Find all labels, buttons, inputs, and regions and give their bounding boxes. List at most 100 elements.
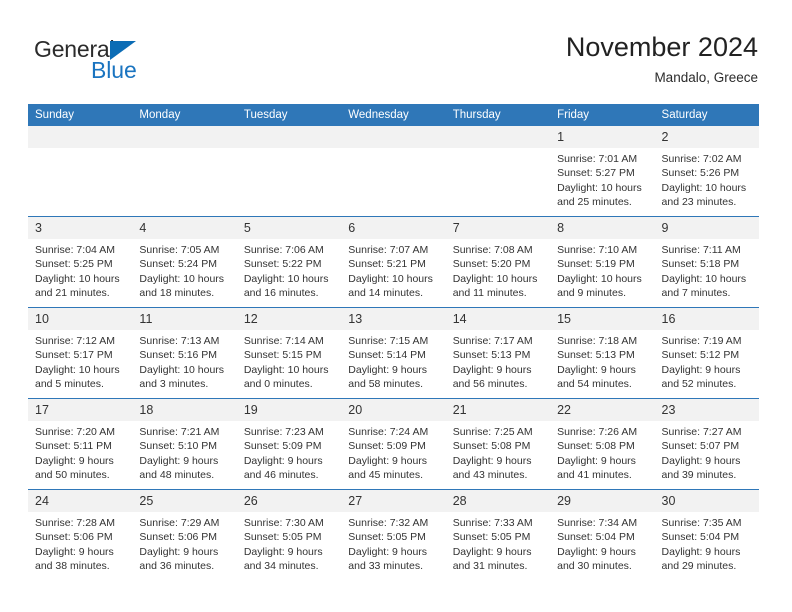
day-number: 24 <box>28 490 133 512</box>
daylight-duration-line2: and 5 minutes. <box>35 378 104 391</box>
daylight-duration-line2: and 30 minutes. <box>557 560 632 573</box>
sunrise-time: Sunrise: 7:21 AM <box>139 426 220 438</box>
daylight-duration-line1: Daylight: 10 hours <box>452 272 538 285</box>
calendar-day-cell[interactable]: 11 Sunrise: 7:13 AM Sunset: 5:16 PM Dayligh… <box>132 307 237 399</box>
sunset-time: Sunset: 5:13 PM <box>452 349 531 362</box>
sunrise-time: Sunrise: 7:34 AM <box>557 517 638 529</box>
daylight-duration-line1: Daylight: 10 hours <box>557 272 642 285</box>
day-number <box>28 126 133 148</box>
calendar-day-cell[interactable]: 19 Sunrise: 7:23 AM Sunset: 5:09 PM Dayligh… <box>236 398 342 490</box>
day-number: 19 <box>236 399 342 421</box>
calendar-day-cell[interactable]: 9 Sunrise: 7:11 AM Sunset: 5:18 PM Daylight… <box>654 216 759 308</box>
calendar-day-cell[interactable]: 7 Sunrise: 7:08 AM Sunset: 5:20 PM Daylight… <box>445 216 551 308</box>
calendar-day-cell[interactable]: 30 Sunrise: 7:35 AM Sunset: 5:04 PM Dayligh… <box>654 489 759 580</box>
daylight-duration-line1: Daylight: 10 hours <box>557 181 642 194</box>
calendar-day-cell[interactable]: 25 Sunrise: 7:29 AM Sunset: 5:06 PM Dayligh… <box>132 489 237 580</box>
sunrise-time: Sunrise: 7:35 AM <box>661 517 742 529</box>
day-details: Sunrise: 7:33 AM Sunset: 5:05 PM Daylight:… <box>446 512 550 574</box>
calendar-day-cell[interactable]: 10 Sunrise: 7:12 AM Sunset: 5:17 PM Dayligh… <box>28 307 133 399</box>
calendar-day-cell[interactable]: 24 Sunrise: 7:28 AM Sunset: 5:06 PM Dayligh… <box>28 489 133 580</box>
sunset-time: Sunset: 5:11 PM <box>35 440 112 453</box>
daylight-duration-line1: Daylight: 9 hours <box>452 545 532 558</box>
calendar-week-row: 24 Sunrise: 7:28 AM Sunset: 5:06 PM Dayligh… <box>28 489 759 580</box>
calendar-day-cell[interactable]: 26 Sunrise: 7:30 AM Sunset: 5:05 PM Dayligh… <box>236 489 342 580</box>
sunset-time: Sunset: 5:10 PM <box>139 440 218 453</box>
sunset-time: Sunset: 5:26 PM <box>661 167 740 180</box>
calendar-day-cell[interactable]: 29 Sunrise: 7:34 AM Sunset: 5:04 PM Dayligh… <box>550 489 655 580</box>
calendar-day-cell[interactable]: 27 Sunrise: 7:32 AM Sunset: 5:05 PM Dayligh… <box>341 489 446 580</box>
calendar-day-cell[interactable]: 3 Sunrise: 7:04 AM Sunset: 5:25 PM Daylight… <box>28 216 133 308</box>
sunset-time: Sunset: 5:17 PM <box>35 349 113 362</box>
day-details: Sunrise: 7:21 AM Sunset: 5:10 PM Daylight:… <box>132 421 236 483</box>
calendar-day-cell[interactable]: 6 Sunrise: 7:07 AM Sunset: 5:21 PM Daylight… <box>341 216 446 308</box>
daylight-duration-line2: and 36 minutes. <box>139 560 215 573</box>
daylight-duration-line2: and 39 minutes. <box>661 469 737 482</box>
day-number: 9 <box>654 217 759 239</box>
sunset-time: Sunset: 5:06 PM <box>35 531 113 544</box>
calendar-grid: Sunday Monday Tuesday Wednesday Thursday… <box>28 104 759 580</box>
day-number: 16 <box>654 308 759 330</box>
sunrise-time: Sunrise: 7:30 AM <box>243 517 324 529</box>
calendar-day-cell[interactable]: 28 Sunrise: 7:33 AM Sunset: 5:05 PM Dayligh… <box>445 489 551 580</box>
calendar-day-cell[interactable]: 2 Sunrise: 7:02 AM Sunset: 5:26 PM Daylight… <box>654 126 759 217</box>
calendar-day-cell[interactable]: 5 Sunrise: 7:06 AM Sunset: 5:22 PM Daylight… <box>236 216 342 308</box>
calendar-week-row: 10 Sunrise: 7:12 AM Sunset: 5:17 PM Dayligh… <box>28 307 759 399</box>
calendar-day-cell-empty <box>28 126 133 217</box>
calendar-table: Sunday Monday Tuesday Wednesday Thursday… <box>28 104 759 580</box>
daylight-duration-line1: Daylight: 9 hours <box>139 454 219 467</box>
sunrise-time: Sunrise: 7:14 AM <box>243 335 324 347</box>
day-details: Sunrise: 7:34 AM Sunset: 5:04 PM Daylight:… <box>550 512 654 574</box>
calendar-day-cell[interactable]: 20 Sunrise: 7:24 AM Sunset: 5:09 PM Dayligh… <box>341 398 446 490</box>
calendar-day-cell[interactable]: 13 Sunrise: 7:15 AM Sunset: 5:14 PM Dayligh… <box>341 307 446 399</box>
weekday-header-row: Sunday Monday Tuesday Wednesday Thursday… <box>28 104 759 126</box>
calendar-day-cell[interactable]: 4 Sunrise: 7:05 AM Sunset: 5:24 PM Daylight… <box>132 216 237 308</box>
day-number: 29 <box>550 490 655 512</box>
calendar-day-cell[interactable]: 18 Sunrise: 7:21 AM Sunset: 5:10 PM Dayligh… <box>132 398 237 490</box>
sunrise-time: Sunrise: 7:07 AM <box>348 244 429 256</box>
calendar-day-cell[interactable]: 16 Sunrise: 7:19 AM Sunset: 5:12 PM Dayligh… <box>654 307 759 399</box>
daylight-duration-line1: Daylight: 9 hours <box>139 545 219 558</box>
sunset-time: Sunset: 5:12 PM <box>661 349 740 362</box>
sunset-time: Sunset: 5:15 PM <box>243 349 322 362</box>
weekday-header-saturday: Saturday <box>654 104 759 126</box>
calendar-day-cell[interactable]: 15 Sunrise: 7:18 AM Sunset: 5:13 PM Dayligh… <box>550 307 655 399</box>
daylight-duration-line1: Daylight: 10 hours <box>139 272 225 285</box>
day-details: Sunrise: 7:13 AM Sunset: 5:16 PM Daylight:… <box>132 330 236 392</box>
daylight-duration-line2: and 31 minutes. <box>452 560 528 573</box>
sunrise-time: Sunrise: 7:12 AM <box>35 335 115 347</box>
daylight-duration-line1: Daylight: 9 hours <box>35 545 114 558</box>
day-number: 1 <box>550 126 655 148</box>
title-block: November 2024 Mandalo, Greece <box>566 30 758 88</box>
calendar-day-cell[interactable]: 12 Sunrise: 7:14 AM Sunset: 5:15 PM Dayligh… <box>236 307 342 399</box>
day-number: 4 <box>132 217 237 239</box>
day-number: 26 <box>236 490 342 512</box>
calendar-day-cell[interactable]: 8 Sunrise: 7:10 AM Sunset: 5:19 PM Daylight… <box>550 216 655 308</box>
day-number: 27 <box>341 490 446 512</box>
daylight-duration-line2: and 29 minutes. <box>661 560 737 573</box>
sunset-time: Sunset: 5:20 PM <box>452 258 531 271</box>
day-details: Sunrise: 7:25 AM Sunset: 5:08 PM Daylight:… <box>446 421 550 483</box>
day-number: 28 <box>445 490 551 512</box>
calendar-day-cell[interactable]: 21 Sunrise: 7:25 AM Sunset: 5:08 PM Dayligh… <box>445 398 551 490</box>
sunset-time: Sunset: 5:09 PM <box>243 440 322 453</box>
daylight-duration-line1: Daylight: 10 hours <box>35 272 120 285</box>
daylight-duration-line1: Daylight: 9 hours <box>557 363 636 376</box>
day-details: Sunrise: 7:26 AM Sunset: 5:08 PM Daylight:… <box>550 421 654 483</box>
day-number: 20 <box>341 399 446 421</box>
sunset-time: Sunset: 5:27 PM <box>557 167 635 180</box>
calendar-day-cell[interactable]: 1 Sunrise: 7:01 AM Sunset: 5:27 PM Daylight… <box>550 126 655 217</box>
daylight-duration-line2: and 3 minutes. <box>139 378 209 391</box>
calendar-day-cell[interactable]: 23 Sunrise: 7:27 AM Sunset: 5:07 PM Dayligh… <box>654 398 759 490</box>
daylight-duration-line2: and 56 minutes. <box>452 378 528 391</box>
brand-logo[interactable]: General Blue <box>34 36 234 86</box>
calendar-day-cell-empty <box>236 126 342 217</box>
day-details: Sunrise: 7:24 AM Sunset: 5:09 PM Daylight:… <box>341 421 445 483</box>
calendar-day-cell[interactable]: 17 Sunrise: 7:20 AM Sunset: 5:11 PM Dayligh… <box>28 398 133 490</box>
day-number: 15 <box>550 308 655 330</box>
daylight-duration-line2: and 54 minutes. <box>557 378 632 391</box>
sunset-time: Sunset: 5:22 PM <box>243 258 322 271</box>
calendar-day-cell[interactable]: 14 Sunrise: 7:17 AM Sunset: 5:13 PM Dayligh… <box>445 307 551 399</box>
sunrise-time: Sunrise: 7:02 AM <box>661 153 742 165</box>
calendar-day-cell[interactable]: 22 Sunrise: 7:26 AM Sunset: 5:08 PM Dayligh… <box>550 398 655 490</box>
daylight-duration-line1: Daylight: 10 hours <box>243 272 329 285</box>
